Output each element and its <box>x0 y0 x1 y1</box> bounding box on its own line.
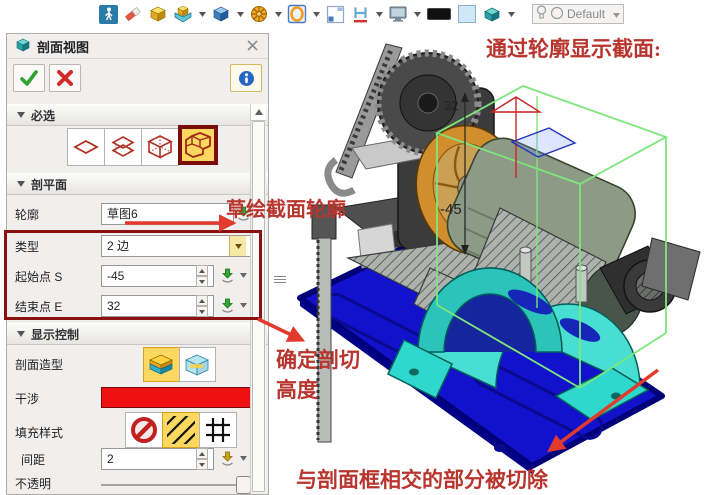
collapse-arrow-icon <box>17 112 25 118</box>
spoke-wheel-dropdown[interactable] <box>274 4 282 24</box>
clamp-icon[interactable] <box>350 4 370 24</box>
top-toolbar: Default <box>0 0 710 28</box>
shape-transparent-button[interactable] <box>179 347 216 382</box>
dim-start-text: -45 <box>440 201 462 218</box>
ring-frame-icon[interactable] <box>287 4 307 24</box>
scrollbar-thumb[interactable] <box>252 121 265 492</box>
opacity-label: 不透明 <box>15 475 51 492</box>
start-label: 起始点 S <box>15 268 62 285</box>
ring-frame-dropdown[interactable] <box>312 4 320 24</box>
fill-grid-button[interactable] <box>199 412 237 448</box>
app-window: Default 剖面视图 必选 <box>0 0 710 495</box>
info-button[interactable] <box>230 64 262 92</box>
solid-box-icon[interactable] <box>148 4 168 24</box>
spoke-wheel-icon[interactable] <box>249 4 269 24</box>
section-view-panel: 剖面视图 必选 剖平面 轮廓 草图6 类 <box>6 33 269 495</box>
shape-solid-button[interactable] <box>143 347 180 382</box>
section-header-plane[interactable]: 剖平面 <box>7 173 268 195</box>
light-style-value: Default <box>567 7 605 21</box>
pour-box-dropdown[interactable] <box>236 4 244 24</box>
cancel-button[interactable] <box>49 64 81 92</box>
section-header-required[interactable]: 必选 <box>7 104 268 126</box>
fill-none-button[interactable] <box>125 412 163 448</box>
collapse-arrow-icon <box>17 181 25 187</box>
light-style-combo[interactable]: Default <box>532 4 624 24</box>
start-pick-icon[interactable] <box>219 267 236 284</box>
type-label: 类型 <box>15 238 39 255</box>
display-icon[interactable] <box>388 4 408 24</box>
panel-splitter-grip[interactable] <box>274 276 286 283</box>
start-spinner[interactable] <box>196 265 208 287</box>
scroll-up-icon[interactable] <box>251 104 266 121</box>
section-type-plane-button[interactable] <box>67 128 105 166</box>
profile-input[interactable]: 草图6 <box>101 203 234 225</box>
eraser-icon[interactable] <box>123 4 143 24</box>
shape-label: 剖面造型 <box>15 356 63 373</box>
spacing-label: 间距 <box>21 451 45 468</box>
section-type-box-button[interactable] <box>141 128 179 166</box>
fill-label: 填充样式 <box>15 424 63 441</box>
spacing-options-caret[interactable] <box>239 450 248 467</box>
spacing-pick-icon[interactable] <box>219 450 236 467</box>
interference-label: 干涉 <box>15 390 39 407</box>
pour-box-icon[interactable] <box>211 4 231 24</box>
section-header-display[interactable]: 显示控制 <box>7 323 268 345</box>
dim-end-text: 32 <box>444 98 458 113</box>
section-box-dropdown[interactable] <box>507 4 515 24</box>
type-dropdown-button[interactable] <box>229 236 246 256</box>
opacity-slider-handle[interactable] <box>236 476 251 494</box>
section-box-icon <box>15 37 31 56</box>
sphere-icon <box>550 6 564 23</box>
start-options-caret[interactable] <box>239 267 248 284</box>
walkthrough-icon[interactable] <box>98 4 118 24</box>
display-dropdown[interactable] <box>413 4 421 24</box>
model-3d-view[interactable]: 32 -45 <box>270 28 710 495</box>
collapse-arrow-icon <box>17 331 25 337</box>
end-pick-icon[interactable] <box>219 297 236 314</box>
box-in-box-icon[interactable] <box>173 4 193 24</box>
end-spinner[interactable] <box>196 295 208 317</box>
combo-caret-icon <box>613 7 620 21</box>
fill-hatch-button[interactable] <box>162 412 200 448</box>
bulb-icon <box>536 5 547 23</box>
profile-label: 轮廓 <box>15 206 39 223</box>
panel-titlebar[interactable]: 剖面视图 <box>7 34 268 59</box>
section-type-offset-planes-button[interactable] <box>104 128 142 166</box>
close-icon[interactable] <box>246 39 260 53</box>
panel-title: 剖面视图 <box>37 37 89 56</box>
section-type-notched-box-button[interactable] <box>178 125 218 165</box>
end-label: 结束点 E <box>15 298 62 315</box>
clamp-dropdown[interactable] <box>375 4 383 24</box>
end-options-caret[interactable] <box>239 297 248 314</box>
black-swatch-icon[interactable] <box>426 4 452 24</box>
box-in-box-dropdown[interactable] <box>198 4 206 24</box>
panel-scrollbar[interactable] <box>250 104 266 494</box>
spacing-spinner[interactable] <box>196 448 208 470</box>
interference-color-swatch[interactable] <box>101 387 253 408</box>
blue-swatch-icon[interactable] <box>457 4 477 24</box>
section-box-icon[interactable] <box>482 4 502 24</box>
opacity-slider-track[interactable] <box>101 484 249 486</box>
ok-button[interactable] <box>13 64 45 92</box>
viewport-icon[interactable] <box>325 4 345 24</box>
